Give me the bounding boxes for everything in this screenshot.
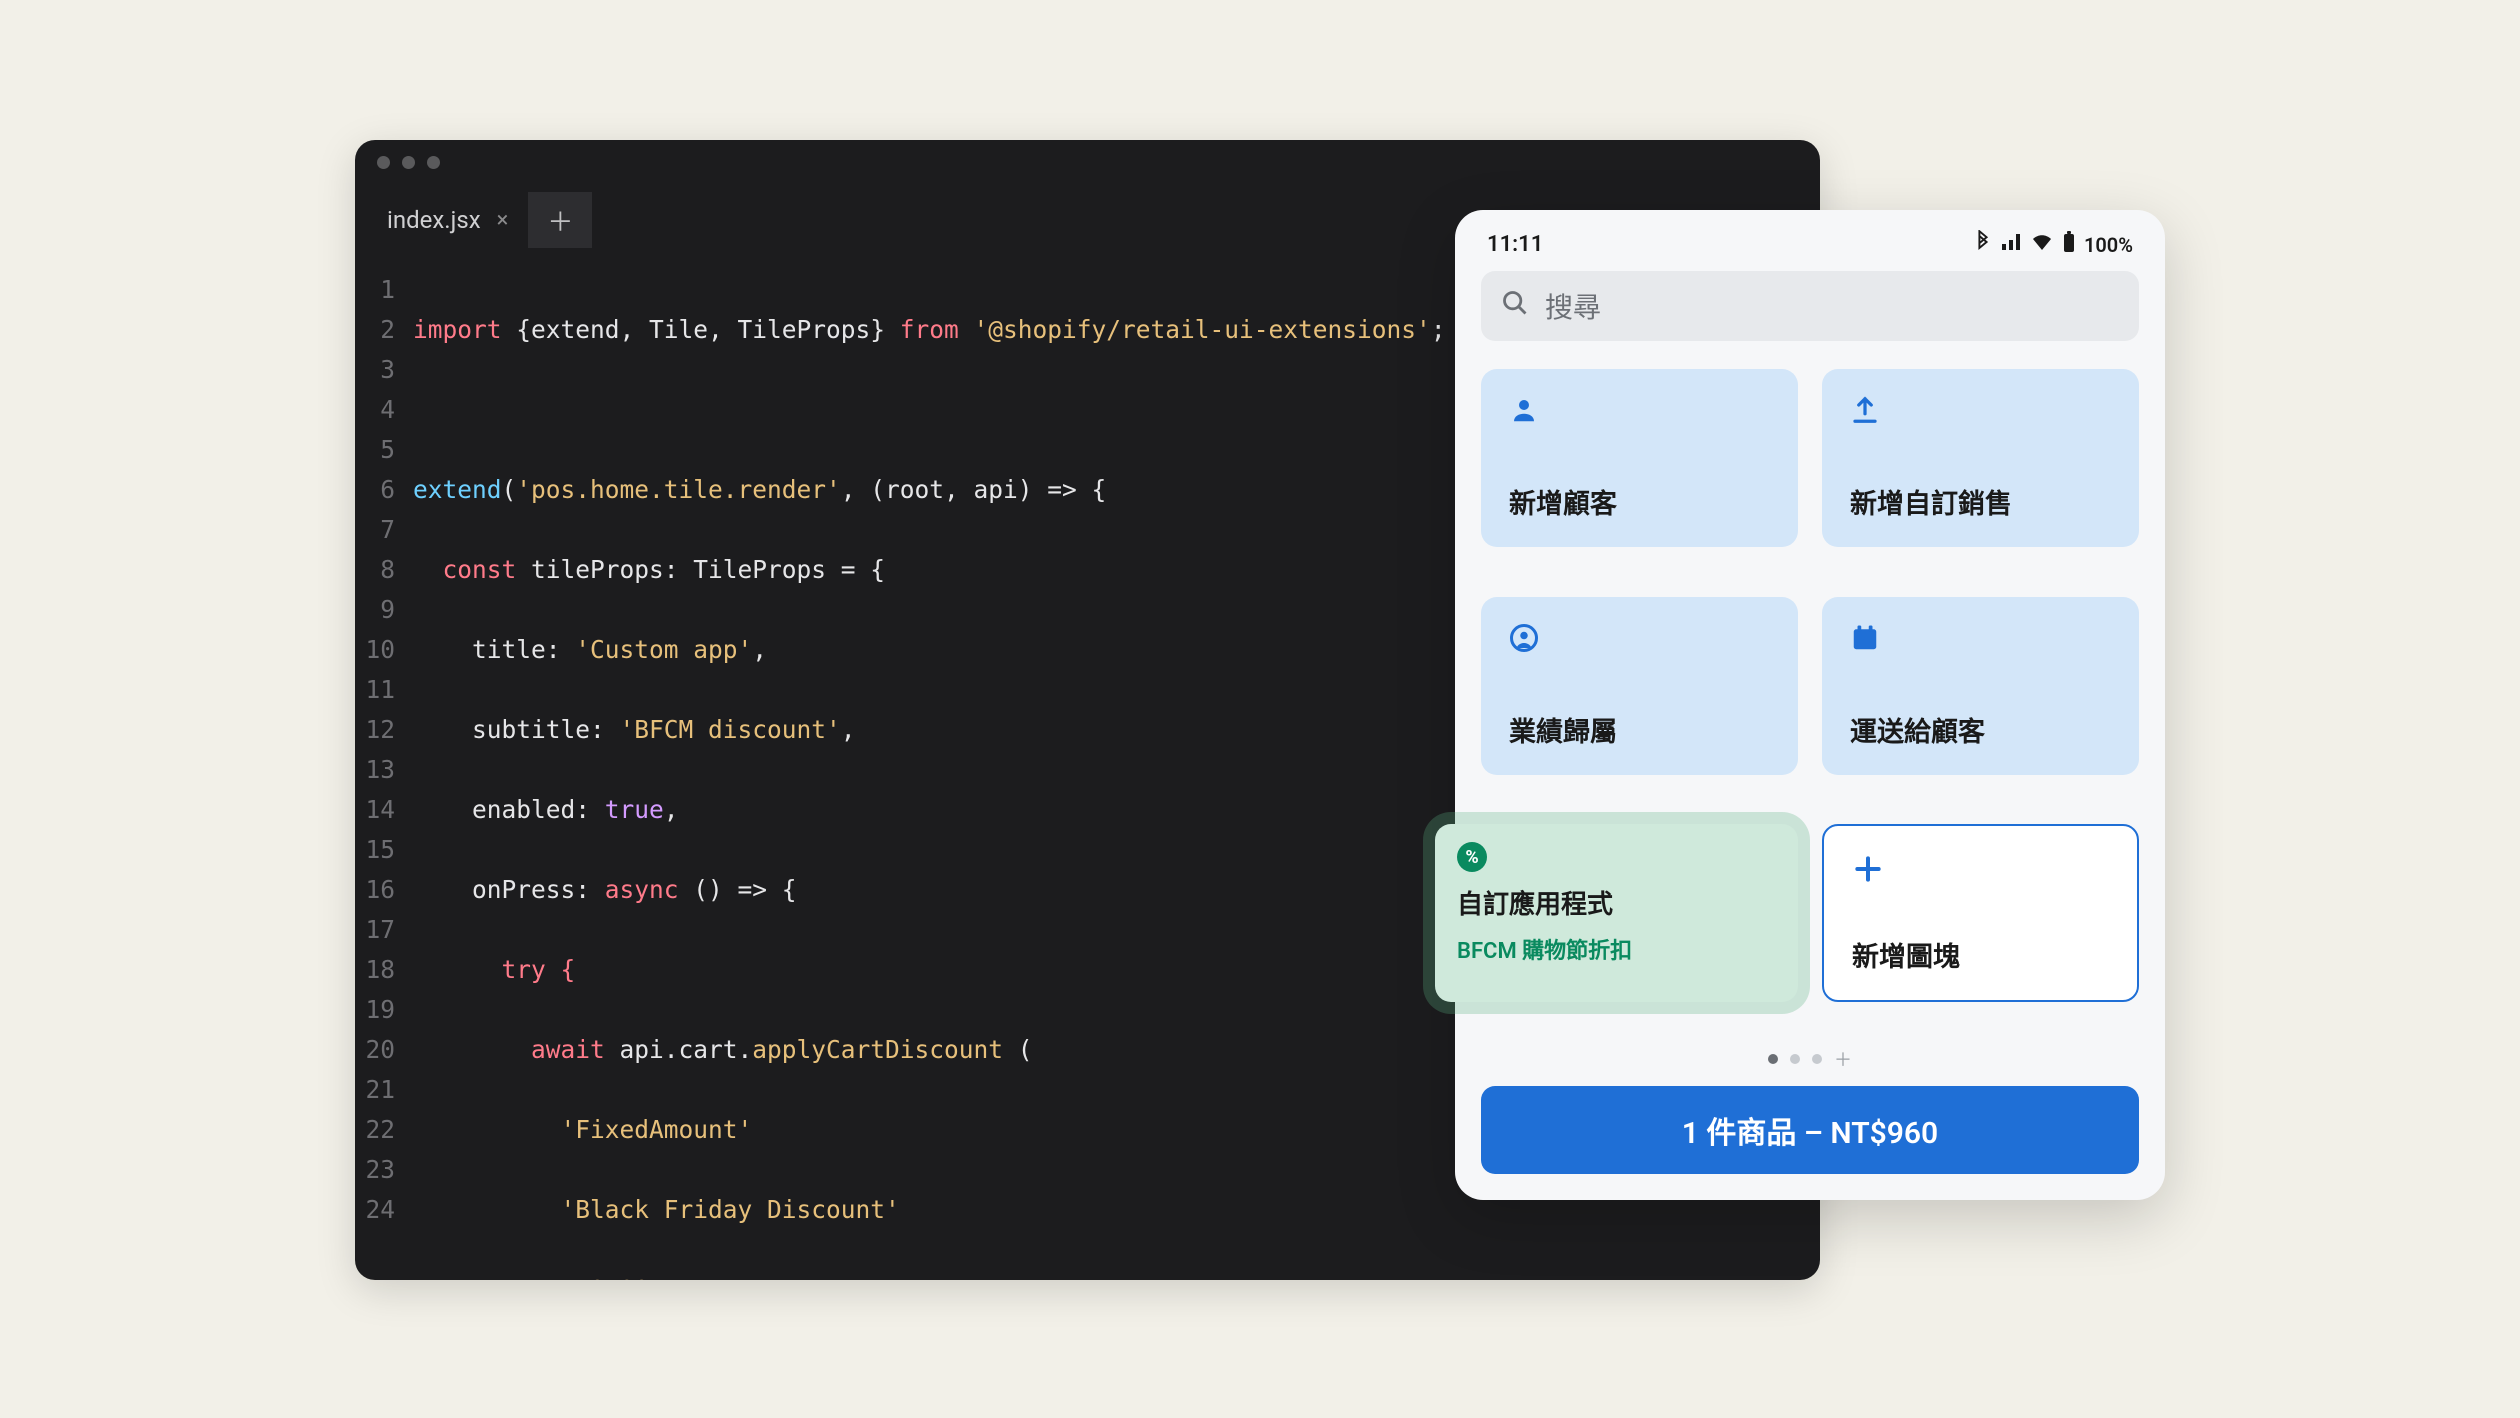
status-time: 11:11 xyxy=(1487,232,1543,257)
window-titlebar xyxy=(355,140,1820,172)
cellular-icon xyxy=(2000,232,2022,257)
tab-label: index.jsx xyxy=(387,206,481,234)
tile-staff-attribution[interactable]: 業績歸屬 xyxy=(1481,597,1798,775)
pager-dot[interactable] xyxy=(1768,1054,1778,1064)
user-circle-icon xyxy=(1509,623,1770,661)
plus-icon xyxy=(1852,852,2109,894)
traffic-light-close[interactable] xyxy=(377,156,390,169)
custom-tile-title: 自訂應用程式 xyxy=(1457,884,1776,921)
tile-add-custom-sale[interactable]: 新增自訂銷售 xyxy=(1822,369,2139,547)
bluetooth-icon xyxy=(1974,230,1992,259)
discount-badge-icon: % xyxy=(1457,842,1487,872)
person-icon xyxy=(1509,395,1770,433)
tile-grid: 新增顧客 新增自訂銷售 業績歸屬 運送給顧客 % xyxy=(1481,369,2139,1028)
tile-label: 新增顧客 xyxy=(1509,482,1770,521)
status-icons: 100% xyxy=(1974,230,2133,259)
tile-ship-to-customer[interactable]: 運送給顧客 xyxy=(1822,597,2139,775)
calendar-icon xyxy=(1850,623,2111,661)
custom-tile-subtitle: BFCM 購物節折扣 xyxy=(1457,933,1776,965)
traffic-light-zoom[interactable] xyxy=(427,156,440,169)
pager-dot[interactable] xyxy=(1812,1054,1822,1064)
page-indicator: ＋ xyxy=(1481,1028,2139,1086)
tile-label: 新增圖塊 xyxy=(1852,935,2109,974)
battery-icon xyxy=(2062,231,2076,258)
checkout-label: 1 件商品 – NT$960 xyxy=(1682,1108,1938,1152)
pager-add-icon[interactable]: ＋ xyxy=(1834,1046,1852,1072)
search-input[interactable]: 搜尋 xyxy=(1481,271,2139,341)
battery-percent: 100% xyxy=(2084,233,2133,257)
search-icon xyxy=(1501,289,1529,324)
traffic-light-minimize[interactable] xyxy=(402,156,415,169)
search-placeholder: 搜尋 xyxy=(1545,286,1601,326)
code-content[interactable]: import {extend, Tile, TileProps} from '@… xyxy=(413,270,1446,1280)
wifi-icon xyxy=(2030,232,2054,257)
tile-label: 業績歸屬 xyxy=(1509,710,1770,749)
phone-status-bar: 11:11 100% xyxy=(1481,230,2139,271)
line-number-gutter: 1 2 3 4 5 6 7 8 9 10 11 12 13 14 15 16 1… xyxy=(355,270,413,1280)
new-tab-button[interactable]: ＋ xyxy=(528,192,592,248)
pager-dot[interactable] xyxy=(1790,1054,1800,1064)
checkout-button[interactable]: 1 件商品 – NT$960 xyxy=(1481,1086,2139,1174)
editor-tab[interactable]: index.jsx × xyxy=(367,192,528,248)
tile-add-new[interactable]: 新增圖塊 xyxy=(1822,824,2139,1002)
tile-label: 新增自訂銷售 xyxy=(1850,482,2111,521)
phone-mock: 11:11 100% 搜尋 xyxy=(1455,210,2165,1200)
tile-label: 運送給顧客 xyxy=(1850,710,2111,749)
tile-add-customer[interactable]: 新增顧客 xyxy=(1481,369,1798,547)
upload-icon xyxy=(1850,395,2111,433)
tile-custom-app[interactable]: % 自訂應用程式 BFCM 購物節折扣 xyxy=(1435,824,1798,1002)
close-icon[interactable]: × xyxy=(497,208,509,233)
